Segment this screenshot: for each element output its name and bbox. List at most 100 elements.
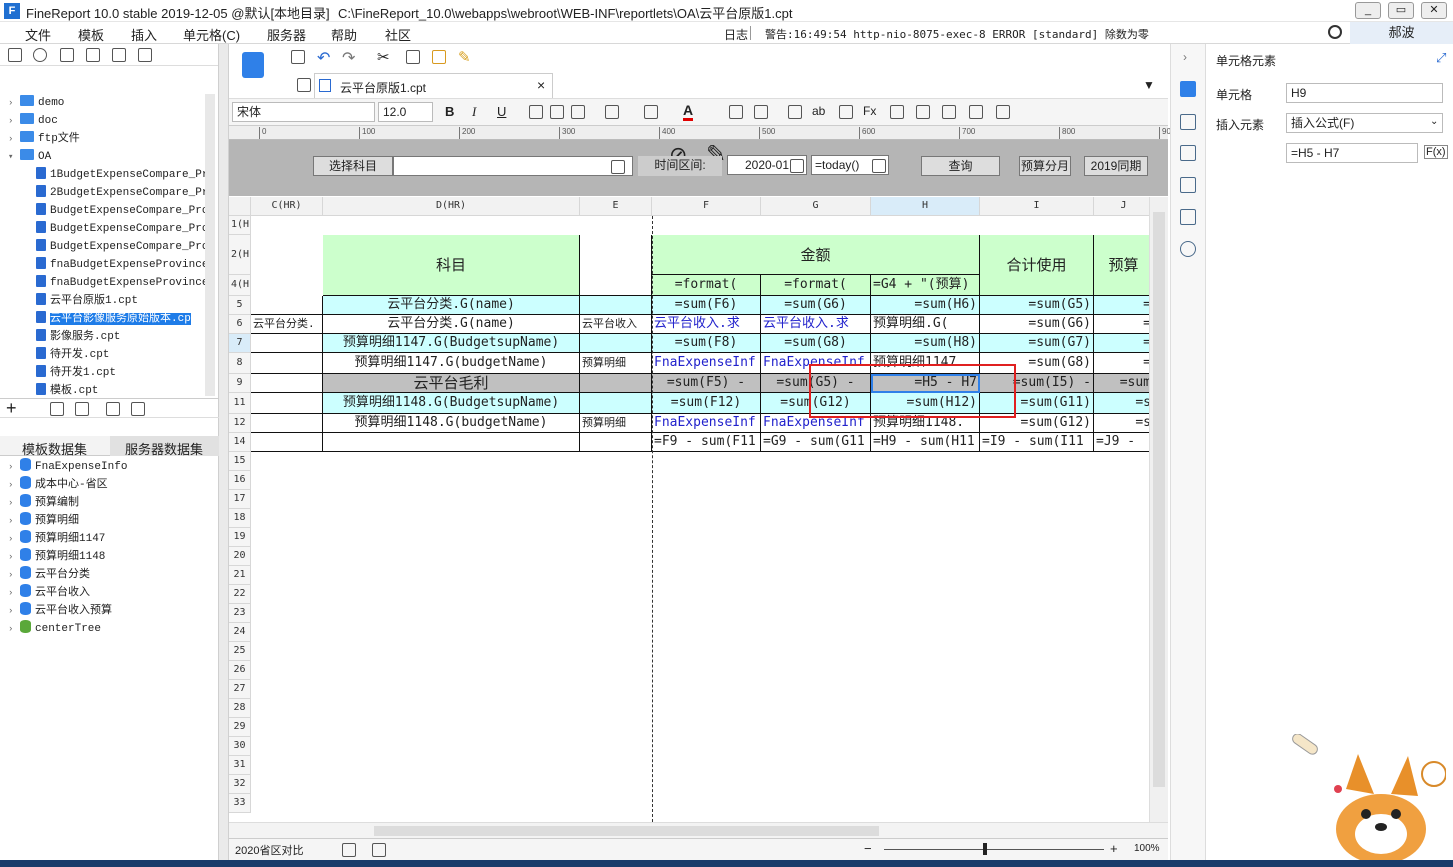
- cell[interactable]: =F9 - sum(F11: [652, 433, 761, 452]
- search-icon[interactable]: [1328, 25, 1342, 39]
- cell[interactable]: =sum(F8): [652, 334, 761, 353]
- font-color-icon[interactable]: A: [683, 102, 694, 121]
- tree-picker-icon[interactable]: [611, 160, 625, 174]
- cell[interactable]: 云平台分类.: [251, 315, 323, 334]
- dataset-item[interactable]: › 云平台收入预算: [8, 602, 112, 620]
- row-header[interactable]: 12: [229, 414, 251, 433]
- collapse-arrow-icon[interactable]: ›: [1183, 50, 1187, 64]
- cell[interactable]: 预算明细: [580, 414, 652, 433]
- redo-icon[interactable]: ↷: [342, 48, 355, 68]
- add-sheet-icon[interactable]: [342, 843, 356, 857]
- row-header[interactable]: 22: [229, 585, 251, 604]
- column-header[interactable]: I: [980, 197, 1094, 216]
- cell[interactable]: =sum(H6): [871, 296, 980, 315]
- calendar-end-icon[interactable]: [872, 159, 886, 173]
- cell[interactable]: [580, 433, 652, 452]
- cell[interactable]: [323, 433, 580, 452]
- row-header[interactable]: 15: [229, 452, 251, 471]
- fill-color-icon[interactable]: [644, 105, 658, 119]
- cell[interactable]: [251, 414, 323, 433]
- cell[interactable]: =sum(I5) -: [980, 374, 1094, 393]
- minimize-button[interactable]: _: [1355, 2, 1381, 19]
- menu-server[interactable]: 服务器: [267, 25, 306, 44]
- spreadsheet-grid[interactable]: C(HR)D(HR)EFGHIJ1(H)2(H)4(H)567891112141…: [229, 197, 1154, 822]
- dataset-item[interactable]: › 预算明细: [8, 512, 79, 530]
- menu-help[interactable]: 帮助: [331, 25, 357, 44]
- doc-tab[interactable]: 云平台原版1.cpt ×: [314, 73, 553, 98]
- cell[interactable]: =sum(G12): [761, 393, 871, 414]
- chart-icon[interactable]: [890, 105, 904, 119]
- copy-toolbar-icon[interactable]: [406, 50, 420, 64]
- add-form-sheet-icon[interactable]: [372, 843, 386, 857]
- bold-button[interactable]: B: [445, 104, 454, 119]
- row-header[interactable]: 18: [229, 509, 251, 528]
- column-header[interactable]: C(HR): [251, 197, 323, 216]
- formula-button[interactable]: Fx: [863, 104, 876, 118]
- cell[interactable]: =sum(G11): [980, 393, 1094, 414]
- row-header[interactable]: 21: [229, 566, 251, 585]
- cell[interactable]: [251, 393, 323, 414]
- tree-item[interactable]: 云平台影像服务原始版本.cp: [36, 310, 191, 328]
- tree-item[interactable]: BudgetExpenseCompare_Prov: [36, 238, 215, 256]
- row-header[interactable]: 32: [229, 775, 251, 794]
- add-dataset-icon[interactable]: +: [6, 399, 17, 417]
- menu-file[interactable]: 文件: [25, 25, 51, 44]
- dataset-item[interactable]: › 云平台分类: [8, 566, 90, 584]
- budget-month-button[interactable]: 预算分月: [1019, 156, 1071, 176]
- cell[interactable]: =sum(G6): [980, 315, 1094, 334]
- dataset-item[interactable]: › 预算明细1148: [8, 548, 105, 566]
- subject-input[interactable]: [393, 156, 633, 176]
- sheet-tab[interactable]: 2020省区对比: [235, 842, 303, 858]
- row-header[interactable]: 26: [229, 661, 251, 680]
- unmerge-icon[interactable]: [754, 105, 768, 119]
- italic-button[interactable]: I: [472, 104, 476, 120]
- column-header[interactable]: D(HR): [323, 197, 580, 216]
- cell[interactable]: 云平台分类.G(name): [323, 315, 580, 334]
- align-right-icon[interactable]: [571, 105, 585, 119]
- cell[interactable]: 预算明细1148.: [871, 414, 980, 433]
- chevron-down-icon[interactable]: ⌄: [1430, 116, 1438, 127]
- row-header[interactable]: 25: [229, 642, 251, 661]
- subreport-icon[interactable]: [969, 105, 983, 119]
- cell[interactable]: 预算明细1147.: [871, 353, 980, 374]
- cell[interactable]: [580, 235, 652, 296]
- vertical-scrollbar[interactable]: [1149, 197, 1168, 822]
- cell[interactable]: =: [1094, 296, 1154, 315]
- row-header[interactable]: 14: [229, 433, 251, 452]
- cell[interactable]: 预算明细1147.G(budgetName): [323, 353, 580, 374]
- cell[interactable]: [580, 334, 652, 353]
- cell[interactable]: [580, 374, 652, 393]
- widget-icon[interactable]: [1180, 177, 1196, 193]
- condition-icon[interactable]: [1180, 209, 1196, 225]
- frame-icon[interactable]: [996, 105, 1010, 119]
- cell[interactable]: [251, 296, 323, 315]
- cell[interactable]: =sum(F5) -: [652, 374, 761, 393]
- dataset-item[interactable]: › FnaExpenseInfo: [8, 458, 127, 476]
- header-budget[interactable]: 预算: [1094, 235, 1154, 296]
- dataset-item[interactable]: › 预算编制: [8, 494, 79, 512]
- select-all-corner[interactable]: [229, 197, 251, 216]
- cell[interactable]: =G4 + "(预算): [871, 275, 980, 296]
- horizontal-scrollbar[interactable]: [229, 822, 1168, 838]
- cell[interactable]: =G9 - sum(G11: [761, 433, 871, 452]
- column-header[interactable]: H: [871, 197, 980, 216]
- user-name[interactable]: 郝波: [1350, 22, 1453, 44]
- query-button[interactable]: 查询: [921, 156, 1000, 176]
- header-amount[interactable]: 金额: [652, 235, 980, 275]
- cell[interactable]: [251, 433, 323, 452]
- tree-item[interactable]: › ftp文件: [8, 130, 80, 148]
- select-subject-button[interactable]: 选择科目: [313, 156, 393, 176]
- delete-icon[interactable]: [112, 48, 126, 62]
- zoom-handle[interactable]: [983, 843, 987, 855]
- header-total[interactable]: 合计使用: [980, 235, 1094, 296]
- cell[interactable]: =sum(G8): [761, 334, 871, 353]
- cell[interactable]: [251, 353, 323, 374]
- row-header[interactable]: 5: [229, 296, 251, 315]
- tree-item[interactable]: › demo: [8, 94, 64, 112]
- cell[interactable]: =sum(G6): [761, 296, 871, 315]
- tree-item[interactable]: fnaBudgetExpenseProvinceI: [36, 274, 215, 292]
- hscroll-thumb[interactable]: [374, 826, 879, 836]
- expand-arrow-icon[interactable]: ›: [8, 94, 20, 112]
- calendar-icon[interactable]: [790, 159, 804, 173]
- cell[interactable]: =sum(G12): [980, 414, 1094, 433]
